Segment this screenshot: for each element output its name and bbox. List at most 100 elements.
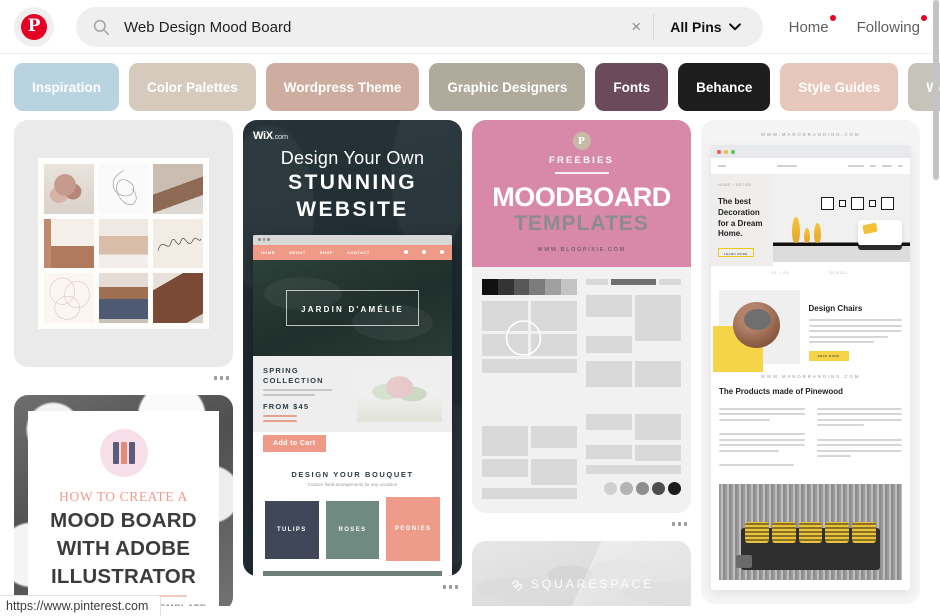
- interior-url-top: WWW.MANOBRANDING.COM: [760, 132, 861, 137]
- mockup-nav-about: ABOUT: [289, 249, 306, 255]
- grayscale-swatch: [482, 279, 498, 296]
- blogpixie-logo-icon: P: [572, 132, 591, 150]
- moodboard-title: MOODBOARD: [492, 182, 671, 212]
- flower-option-tulips[interactable]: TULIPS: [265, 500, 319, 559]
- mockup-spring-section: SPRING COLLECTION FROM $45: [253, 355, 452, 432]
- hero-cta-button[interactable]: LEARN MORE: [718, 248, 756, 260]
- pin-overflow-menu[interactable]: [14, 367, 233, 389]
- freebies-kicker: FREEBIES: [548, 155, 615, 166]
- collage-cell: [153, 218, 203, 269]
- hero-title: The best Decoration for a Dream Home.: [718, 197, 763, 239]
- mockup-navbar: [711, 158, 910, 174]
- twitter-icon: [422, 250, 426, 255]
- add-to-cart-button[interactable]: Add to Cart: [263, 434, 326, 452]
- search-icon: [93, 19, 109, 35]
- scroll-hint: SCROLL: [829, 271, 850, 276]
- design-chairs-title: Design Chairs: [808, 304, 863, 314]
- browser-mockup: HOME / DECOR The best Decoration for a D…: [711, 145, 910, 590]
- round-chair-photo: [713, 290, 800, 373]
- status-bar-url: https://www.pinterest.com: [0, 595, 162, 616]
- slide-counter: 01 / 04: [771, 271, 790, 276]
- flower-option-roses[interactable]: ROSES: [325, 500, 380, 559]
- filter-chip-wordpress-theme[interactable]: Wordpress Theme: [265, 63, 420, 111]
- search-bar[interactable]: × All Pins: [76, 7, 763, 47]
- how-to-create-mood-board-pin[interactable]: HOW TO CREATE A MOOD BOARD WITH ADOBE IL…: [14, 395, 233, 606]
- filter-chip-style-guides[interactable]: Style Guides: [780, 63, 899, 111]
- nav-home[interactable]: Home: [788, 14, 836, 36]
- nav-home-label: Home: [788, 18, 829, 36]
- spring-price: FROM $45: [263, 401, 310, 411]
- wall-frames: [820, 196, 894, 210]
- page-scrollbar[interactable]: [932, 0, 940, 616]
- design-chairs-section: Design Chairs READ MORE: [711, 280, 910, 373]
- howto-kicker: HOW TO CREATE A: [59, 489, 188, 505]
- pinterest-logo-button[interactable]: P: [14, 7, 54, 47]
- squarespace-wordmark: SQUARESPACE: [530, 577, 655, 592]
- wix-site-mockup: HOME ABOUT SHOP CONTACT JARDIN D'AMÉLIE: [253, 234, 452, 576]
- moodboard-templates-pin[interactable]: P FREEBIES MOODBOARD TEMPLATES WWW.BLOGP…: [472, 120, 691, 535]
- palette-dot: [604, 482, 617, 496]
- pin-image[interactable]: SQUARESPACE: [472, 541, 691, 606]
- mockup-hero-title: JARDIN D'AMÉLIE: [301, 304, 404, 314]
- hero-breadcrumb: HOME / DECOR: [718, 183, 752, 187]
- nav-following-badge: [921, 14, 927, 21]
- squarespace-icon: [510, 579, 523, 591]
- palette-dots: [586, 482, 681, 499]
- pin-overflow-menu[interactable]: [701, 604, 920, 606]
- templates-subtitle: TEMPLATES: [514, 212, 649, 235]
- pin-overflow-menu[interactable]: [472, 513, 691, 535]
- grayscale-swatch: [497, 279, 514, 296]
- header-nav: Home Following: [788, 14, 927, 36]
- grayscale-swatch: [529, 279, 546, 296]
- interior-url-mid: WWW.MANOBRANDING.COM: [760, 374, 861, 380]
- maximize-traffic-light: [731, 149, 735, 154]
- moodboard-collage-pin[interactable]: [14, 120, 233, 389]
- pin-column-3: P FREEBIES MOODBOARD TEMPLATES WWW.BLOGP…: [472, 120, 691, 606]
- clear-search-button[interactable]: ×: [623, 14, 649, 40]
- search-input[interactable]: [110, 18, 624, 36]
- pin-image[interactable]: WiX.com Design Your Own STUNNING WEBSITE…: [243, 120, 462, 576]
- pin-image[interactable]: P FREEBIES MOODBOARD TEMPLATES WWW.BLOGP…: [472, 120, 691, 514]
- grayscale-swatch: [545, 279, 562, 296]
- nav-home-badge: [829, 14, 836, 21]
- site-logo-icon: [718, 164, 726, 168]
- read-more-button[interactable]: READ MORE: [808, 351, 849, 362]
- facebook-icon: [404, 250, 408, 255]
- spring-title-line2: COLLECTION: [263, 375, 324, 385]
- interior-design-website-pin[interactable]: WWW.MANOBRANDING.COM HOME / DECOR The be…: [701, 120, 920, 606]
- pin-image[interactable]: HOW TO CREATE A MOOD BOARD WITH ADOBE IL…: [14, 395, 233, 606]
- palette-dot: [652, 482, 665, 496]
- flower-options: TULIPS ROSES PEONIES: [253, 493, 452, 571]
- bouquet-photo: [356, 365, 442, 422]
- filter-chip-behance[interactable]: Behance: [678, 63, 771, 111]
- mockup-nav-home: HOME: [261, 249, 275, 255]
- filter-chip-fonts[interactable]: Fonts: [595, 63, 669, 111]
- grayscale-swatches: [482, 279, 577, 296]
- filter-chip-row[interactable]: Inspiration Color Palettes Wordpress Theme…: [0, 54, 940, 120]
- all-pins-dropdown[interactable]: All Pins: [658, 7, 756, 47]
- template-preview-right: [586, 279, 681, 499]
- mockup-hero: JARDIN D'AMÉLIE: [253, 259, 452, 356]
- header-divider: [0, 53, 940, 54]
- hero-room-photo: [772, 174, 910, 262]
- filter-chip-graphic-designers[interactable]: Graphic Designers: [429, 63, 586, 111]
- minimize-traffic-light: [724, 149, 728, 154]
- squarespace-pin[interactable]: SQUARESPACE: [472, 541, 691, 606]
- pin-overflow-menu[interactable]: [243, 576, 462, 598]
- flower-option-peonies[interactable]: PEONIES: [386, 496, 441, 561]
- nav-following[interactable]: Following: [856, 14, 927, 36]
- template-preview-left: [482, 279, 577, 500]
- filter-chip-inspiration[interactable]: Inspiration: [14, 63, 120, 111]
- collage-cell: [153, 273, 203, 324]
- mockup-nav-contact: CONTACT: [347, 249, 370, 255]
- pin-image[interactable]: [14, 120, 233, 368]
- filter-chip-color-palettes[interactable]: Color Palettes: [129, 63, 256, 111]
- mockup-nav: HOME ABOUT SHOP CONTACT: [253, 244, 452, 260]
- scrollbar-thumb[interactable]: [933, 0, 939, 180]
- wix-headline-line2: WEBSITE: [296, 197, 409, 221]
- nav-following-label: Following: [856, 18, 920, 36]
- pin-image[interactable]: WWW.MANOBRANDING.COM HOME / DECOR The be…: [701, 120, 920, 604]
- pin-column-4: WWW.MANOBRANDING.COM HOME / DECOR The be…: [701, 120, 920, 606]
- wix-stunning-website-pin[interactable]: WiX.com Design Your Own STUNNING WEBSITE…: [243, 120, 462, 598]
- pinewood-section: The Products made of Pinewood: [711, 385, 910, 477]
